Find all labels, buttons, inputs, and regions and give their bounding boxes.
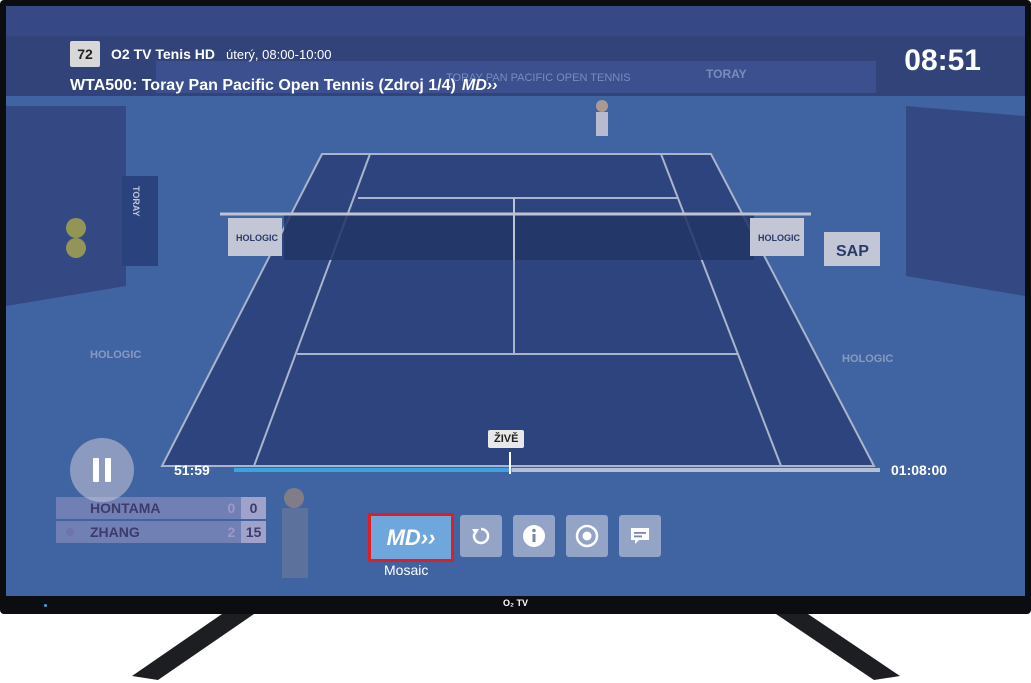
tv-stand bbox=[132, 614, 900, 680]
